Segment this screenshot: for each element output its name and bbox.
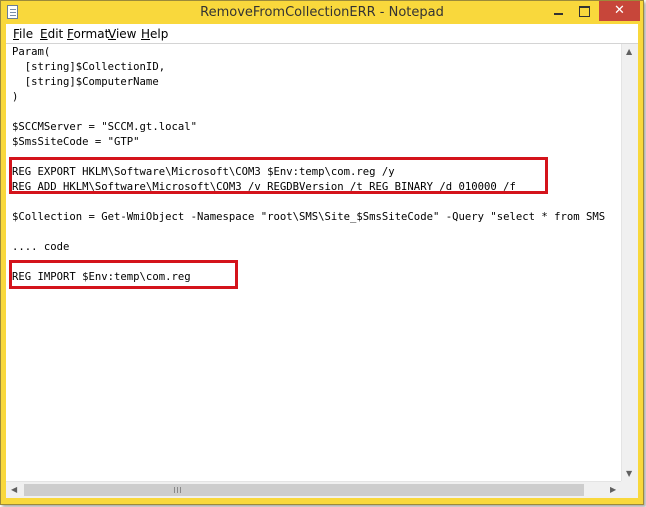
maximize-icon (579, 6, 590, 17)
code-line: Param( (12, 46, 51, 58)
menu-file[interactable]: File (13, 27, 33, 41)
scroll-right-icon[interactable]: ▶ (610, 486, 616, 494)
menu-help[interactable]: Help (141, 27, 168, 41)
close-button[interactable]: ✕ (599, 1, 640, 21)
menu-view[interactable]: View (108, 27, 136, 41)
code-line: $SCCMServer = "SCCM.gt.local" (12, 121, 197, 133)
code-line: .... code (12, 241, 70, 253)
close-icon: ✕ (614, 3, 625, 18)
code-line: ) (12, 91, 19, 103)
title-bar[interactable]: RemoveFromCollectionERR - Notepad ✕ (1, 1, 643, 24)
menu-format[interactable]: Format (67, 27, 109, 41)
notepad-window: RemoveFromCollectionERR - Notepad ✕ File… (0, 0, 644, 505)
maximize-button[interactable] (572, 1, 597, 21)
menu-bar: File Edit Format View Help (6, 24, 638, 43)
code-line: $Collection = Get-WmiObject -Namespace "… (12, 211, 606, 223)
resize-grip-icon[interactable] (621, 481, 638, 498)
menu-edit[interactable]: Edit (40, 27, 63, 41)
code-line: $SmsSiteCode = "GTP" (12, 136, 140, 148)
scroll-down-icon[interactable]: ▼ (626, 470, 632, 478)
scroll-left-icon[interactable]: ◀ (11, 486, 17, 494)
minimize-icon (554, 13, 563, 15)
vertical-scrollbar[interactable]: ▲ ▼ (621, 44, 638, 482)
horizontal-scroll-thumb[interactable] (24, 484, 584, 496)
highlight-box-reg-export-add (9, 157, 548, 194)
code-line: [string]$ComputerName (12, 76, 159, 88)
editor-area[interactable]: Param( [string]$CollectionID, [string]$C… (6, 43, 638, 498)
code-line: [string]$CollectionID, (12, 61, 166, 73)
minimize-button[interactable] (546, 1, 571, 21)
horizontal-scrollbar[interactable]: ◀ ▶ (6, 481, 621, 498)
highlight-box-reg-import (9, 260, 238, 289)
scroll-up-icon[interactable]: ▲ (626, 48, 632, 56)
